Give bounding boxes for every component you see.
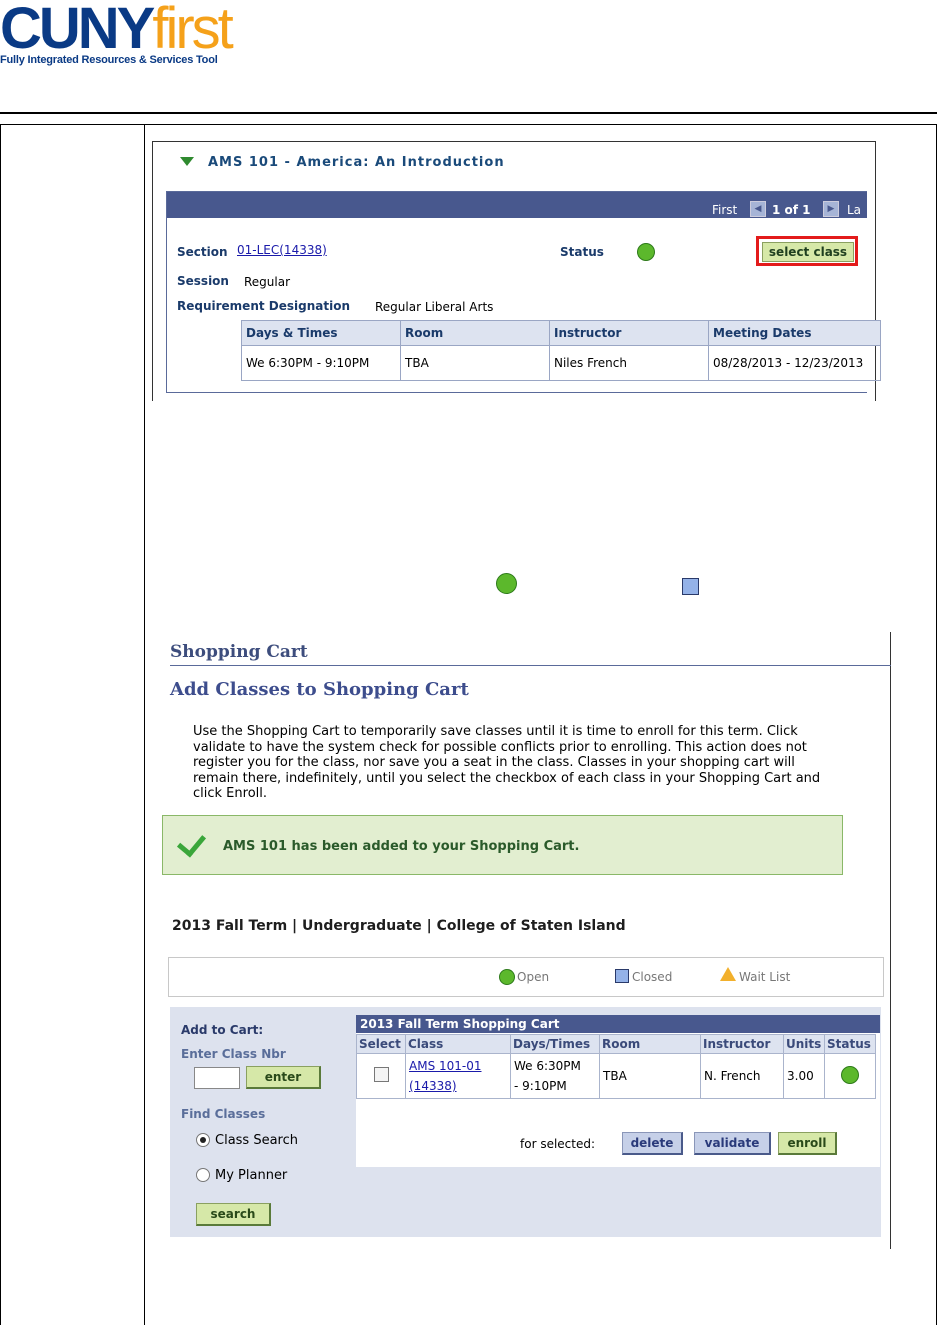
meeting-header: Room	[400, 320, 550, 346]
cunyfirst-logo: CUNYfirst Fully Integrated Resources & S…	[0, 0, 234, 66]
legend-open: Open	[517, 970, 550, 984]
checkmark-icon	[176, 827, 207, 858]
wait-list-icon	[720, 967, 736, 981]
meeting-days-times: We 6:30PM - 9:10PM	[241, 345, 401, 381]
meeting-instructor: Niles French	[549, 345, 709, 381]
find-classes-label: Find Classes	[181, 1107, 266, 1121]
cart-table-title: 2013 Fall Term Shopping Cart	[356, 1015, 880, 1033]
class-section-panel: First ◀ 1 of 1 ▶ La Section 01-LEC(14338…	[166, 191, 881, 393]
cart-header: Room	[599, 1034, 701, 1054]
days-times-line1: We 6:30PM	[514, 1059, 581, 1073]
nav-next-icon[interactable]: ▶	[823, 201, 839, 217]
days-times-cell: We 6:30PM - 9:10PM	[510, 1053, 600, 1099]
panel-nav-bar: First ◀ 1 of 1 ▶ La	[167, 192, 867, 218]
requirement-label: Requirement Designation	[177, 299, 351, 313]
meeting-header: Instructor	[549, 320, 709, 346]
days-times-line2: - 9:10PM	[514, 1079, 567, 1093]
status-open-icon	[841, 1065, 859, 1084]
page-subtitle: Add Classes to Shopping Cart	[170, 679, 469, 700]
table-column-divider	[144, 124, 145, 1325]
cart-header: Select	[356, 1034, 406, 1054]
enter-button[interactable]: enter	[246, 1066, 321, 1089]
enroll-button[interactable]: enroll	[778, 1132, 837, 1155]
cart-header: Units	[783, 1034, 825, 1054]
logo-first: first	[152, 0, 233, 61]
meeting-table: Days & Times Room Instructor Meeting Dat…	[241, 320, 881, 381]
logo-cuny: CUNY	[0, 0, 155, 61]
class-details-screenshot: AMS 101 - America: An Introduction First…	[152, 141, 881, 401]
for-selected-label: for selected:	[520, 1137, 596, 1151]
room-cell: TBA	[599, 1053, 701, 1099]
logo-tagline: Fully Integrated Resources & Services To…	[0, 54, 218, 66]
table-border-top	[0, 124, 937, 125]
section-label: Section	[177, 245, 228, 259]
search-button[interactable]: search	[196, 1203, 271, 1226]
nav-first[interactable]: First	[712, 203, 737, 217]
select-cell	[356, 1053, 406, 1099]
nav-prev-icon[interactable]: ◀	[750, 201, 766, 217]
status-open-icon	[637, 243, 655, 261]
class-nbr-link[interactable]: (14338)	[409, 1076, 507, 1096]
enter-class-nbr-label: Enter Class Nbr	[181, 1047, 286, 1061]
shopping-cart-screenshot: Shopping Cart Add Classes to Shopping Ca…	[160, 632, 891, 1249]
my-planner-label: My Planner	[215, 1168, 288, 1183]
open-status-icon	[496, 573, 517, 594]
open-icon	[499, 969, 515, 985]
cart-table: Select Class Days/Times Room Instructor …	[356, 1034, 876, 1099]
success-message-box: AMS 101 has been added to your Shopping …	[162, 815, 843, 875]
add-to-cart-label: Add to Cart:	[181, 1023, 264, 1037]
cart-row: AMS 101-01 (14338) We 6:30PM - 9:10PM TB…	[356, 1053, 876, 1099]
header-divider	[0, 112, 937, 114]
legend-wait-list: Wait List	[739, 970, 791, 984]
cart-table-area: 2013 Fall Term Shopping Cart Select Clas…	[356, 1015, 880, 1167]
cart-header: Status	[824, 1034, 876, 1054]
select-class-highlight: select class	[756, 236, 858, 266]
term-line: 2013 Fall Term | Undergraduate | College…	[172, 918, 626, 934]
cart-panel: Add to Cart: Enter Class Nbr enter Find …	[170, 1007, 881, 1237]
session-value: Regular	[244, 275, 291, 289]
status-legend: Open Closed Wait List	[168, 957, 884, 997]
page-title: Shopping Cart	[170, 642, 308, 662]
success-message: AMS 101 has been added to your Shopping …	[223, 839, 580, 854]
closed-icon	[615, 969, 629, 983]
class-search-label: Class Search	[215, 1133, 298, 1148]
title-divider	[170, 665, 891, 666]
expand-triangle-icon[interactable]	[180, 157, 194, 166]
cart-header: Class	[405, 1034, 511, 1054]
class-title: AMS 101 - America: An Introduction	[208, 155, 505, 170]
class-link[interactable]: AMS 101-01	[409, 1056, 507, 1076]
instructor-cell: N. French	[700, 1053, 784, 1099]
section-link[interactable]: 01-LEC(14338)	[237, 243, 327, 257]
my-planner-radio[interactable]	[196, 1168, 210, 1182]
status-cell	[824, 1053, 876, 1099]
meeting-header: Days & Times	[241, 320, 401, 346]
cart-header: Days/Times	[510, 1034, 600, 1054]
units-cell: 3.00	[783, 1053, 825, 1099]
meeting-header: Meeting Dates	[708, 320, 881, 346]
select-checkbox[interactable]	[373, 1067, 389, 1082]
meeting-dates: 08/28/2013 - 12/23/2013	[708, 345, 881, 381]
table-border-left	[0, 124, 1, 1325]
requirement-value: Regular Liberal Arts	[375, 300, 494, 314]
closed-status-icon	[682, 578, 699, 595]
instructions-text: Use the Shopping Cart to temporarily sav…	[193, 724, 821, 801]
nav-last[interactable]: La	[847, 203, 861, 217]
validate-button[interactable]: validate	[694, 1132, 771, 1155]
select-class-button[interactable]: select class	[762, 242, 854, 262]
delete-button[interactable]: delete	[622, 1132, 683, 1155]
class-cell: AMS 101-01 (14338)	[405, 1053, 511, 1099]
class-search-radio[interactable]	[196, 1133, 210, 1147]
meeting-room: TBA	[400, 345, 550, 381]
class-nbr-input[interactable]	[194, 1067, 240, 1089]
status-label: Status	[560, 245, 604, 259]
nav-count: 1 of 1	[772, 203, 811, 217]
cart-header: Instructor	[700, 1034, 784, 1054]
session-label: Session	[177, 274, 229, 288]
legend-closed: Closed	[632, 970, 673, 984]
